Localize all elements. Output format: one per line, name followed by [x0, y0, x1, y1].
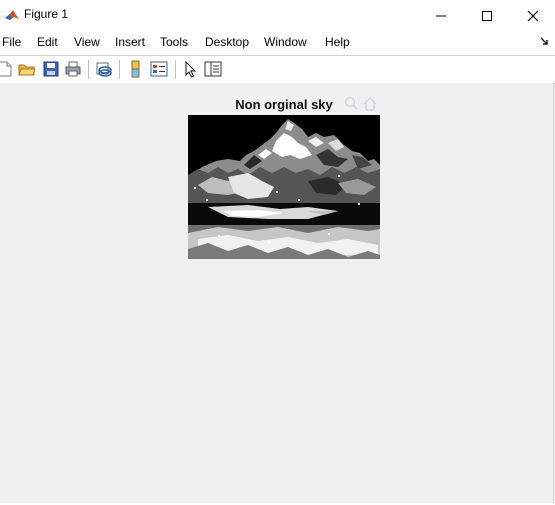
menu-bar: File Edit View Insert Tools Desktop Wind…	[0, 30, 555, 55]
edit-plot-icon[interactable]	[182, 60, 200, 78]
menu-desktop[interactable]: Desktop	[205, 35, 249, 49]
minimize-icon	[436, 15, 446, 17]
minimize-button[interactable]	[417, 0, 463, 30]
property-inspector-icon[interactable]	[204, 60, 222, 78]
menu-view[interactable]: View	[74, 35, 100, 49]
dock-arrow-icon[interactable]	[540, 37, 549, 46]
toolbar-separator	[88, 60, 89, 79]
matlab-logo-icon	[4, 7, 20, 23]
menu-help[interactable]: Help	[325, 35, 350, 49]
maximize-icon	[482, 11, 492, 21]
maximize-button[interactable]	[463, 0, 509, 30]
close-icon	[527, 10, 539, 22]
insert-legend-icon[interactable]	[150, 60, 168, 78]
insert-colorbar-icon[interactable]	[127, 60, 145, 78]
toolbar-separator	[175, 60, 176, 79]
menu-edit[interactable]: Edit	[37, 35, 58, 49]
open-file-icon[interactable]	[18, 60, 36, 78]
binary-mountain-image	[188, 115, 380, 259]
menu-file[interactable]: File	[2, 35, 21, 49]
print-icon[interactable]	[64, 60, 82, 78]
axes-title: Non orginal sky	[235, 97, 333, 112]
toolbar-separator	[119, 60, 120, 79]
menu-window[interactable]: Window	[264, 35, 307, 49]
menu-insert[interactable]: Insert	[115, 35, 145, 49]
close-button[interactable]	[509, 0, 555, 30]
title-bar: Figure 1	[0, 0, 555, 30]
save-icon[interactable]	[42, 60, 60, 78]
menu-tools[interactable]: Tools	[160, 35, 188, 49]
link-plot-icon[interactable]	[95, 60, 113, 78]
window-title: Figure 1	[24, 7, 69, 21]
new-figure-icon[interactable]	[0, 60, 14, 78]
figure-toolbar	[0, 55, 555, 84]
